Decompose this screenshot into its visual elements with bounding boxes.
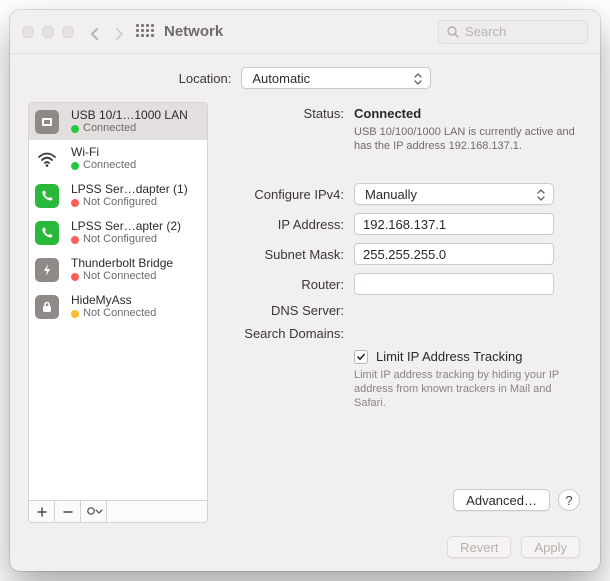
status-dot-icon — [71, 273, 79, 281]
location-select[interactable]: Automatic — [241, 67, 431, 89]
service-status: Connected — [71, 159, 199, 172]
advanced-button[interactable]: Advanced… — [453, 489, 550, 511]
service-status: Not Connected — [71, 270, 199, 283]
subnet-row: Subnet Mask: 255.255.255.0 — [224, 243, 578, 265]
limit-tracking-row: Limit IP Address Tracking Limit IP addre… — [224, 349, 578, 410]
service-item-lpss-2[interactable]: LPSS Ser…apter (2) Not Configured — [29, 214, 207, 251]
status-value: Connected — [354, 106, 578, 121]
sidebar-footer-spacer — [107, 501, 207, 522]
preferences-window: Network Search Location: Automatic US — [10, 10, 600, 571]
router-row: Router: — [224, 273, 578, 295]
footer: Revert Apply — [10, 523, 600, 571]
apply-button[interactable]: Apply — [521, 536, 580, 558]
limit-tracking-checkbox[interactable] — [354, 350, 368, 364]
remove-service-button[interactable] — [55, 501, 81, 522]
status-dot-icon — [71, 162, 79, 170]
limit-tracking-description: Limit IP address tracking by hiding your… — [354, 368, 578, 410]
service-name: Wi-Fi — [71, 145, 199, 159]
status-dot-icon — [71, 236, 79, 244]
service-status: Not Connected — [71, 307, 199, 320]
location-row: Location: Automatic — [10, 54, 600, 102]
search-placeholder: Search — [465, 24, 506, 39]
ip-row: IP Address: 192.168.137.1 — [224, 213, 578, 235]
dns-label: DNS Server: — [224, 303, 344, 318]
phone-icon — [35, 184, 59, 208]
services-sidebar: USB 10/1…1000 LAN Connected Wi-Fi Connec… — [28, 102, 208, 523]
show-all-icon[interactable] — [136, 24, 152, 40]
router-label: Router: — [224, 277, 344, 292]
service-status: Connected — [71, 122, 199, 135]
subnet-label: Subnet Mask: — [224, 247, 344, 262]
sidebar-footer — [29, 500, 207, 522]
services-list: USB 10/1…1000 LAN Connected Wi-Fi Connec… — [29, 103, 207, 500]
revert-button[interactable]: Revert — [447, 536, 511, 558]
back-button[interactable] — [90, 27, 100, 37]
window-controls — [22, 26, 74, 38]
lock-icon — [35, 295, 59, 319]
status-row: Status: Connected USB 10/100/1000 LAN is… — [224, 106, 578, 153]
chevron-updown-icon — [535, 187, 547, 201]
service-name: HideMyAss — [71, 293, 199, 307]
status-description: USB 10/100/1000 LAN is currently active … — [354, 125, 578, 153]
search-domains-row: Search Domains: — [224, 326, 578, 341]
window-title: Network — [164, 23, 223, 40]
add-service-button[interactable] — [29, 501, 55, 522]
configure-label: Configure IPv4: — [224, 187, 344, 202]
forward-button[interactable] — [114, 27, 124, 37]
service-item-vpn[interactable]: HideMyAss Not Connected — [29, 288, 207, 325]
service-status: Not Configured — [71, 233, 199, 246]
ip-label: IP Address: — [224, 217, 344, 232]
status-dot-icon — [71, 125, 79, 133]
location-label: Location: — [179, 71, 232, 86]
dns-row: DNS Server: — [224, 303, 578, 318]
advanced-row: Advanced… ? — [210, 489, 600, 511]
zoom-window-button[interactable] — [62, 26, 74, 38]
ethernet-icon — [35, 110, 59, 134]
service-status: Not Configured — [71, 196, 199, 209]
status-dot-icon — [71, 310, 79, 318]
service-name: Thunderbolt Bridge — [71, 256, 199, 270]
service-name: USB 10/1…1000 LAN — [71, 108, 199, 122]
service-actions-button[interactable] — [81, 501, 107, 522]
help-button[interactable]: ? — [558, 489, 580, 511]
phone-icon — [35, 221, 59, 245]
configure-row: Configure IPv4: Manually — [224, 183, 578, 205]
chevron-updown-icon — [412, 71, 424, 85]
search-domains-label: Search Domains: — [224, 326, 344, 341]
configure-value: Manually — [365, 187, 417, 202]
location-value: Automatic — [252, 71, 310, 86]
detail-pane: Status: Connected USB 10/100/1000 LAN is… — [208, 102, 582, 523]
status-dot-icon — [71, 199, 79, 207]
search-icon — [447, 26, 459, 38]
service-name: LPSS Ser…apter (2) — [71, 219, 199, 233]
close-window-button[interactable] — [22, 26, 34, 38]
service-name: LPSS Ser…dapter (1) — [71, 182, 199, 196]
router-input[interactable] — [354, 273, 554, 295]
limit-tracking-label: Limit IP Address Tracking — [376, 349, 522, 364]
wifi-icon — [35, 147, 59, 171]
subnet-mask-input[interactable]: 255.255.255.0 — [354, 243, 554, 265]
service-item-usb-lan[interactable]: USB 10/1…1000 LAN Connected — [29, 103, 207, 140]
nav-buttons — [90, 27, 124, 37]
service-item-thunderbolt[interactable]: Thunderbolt Bridge Not Connected — [29, 251, 207, 288]
status-label: Status: — [224, 106, 344, 121]
thunderbolt-icon — [35, 258, 59, 282]
search-field[interactable]: Search — [438, 20, 588, 44]
body: USB 10/1…1000 LAN Connected Wi-Fi Connec… — [10, 102, 600, 523]
titlebar: Network Search — [10, 10, 600, 54]
service-item-wifi[interactable]: Wi-Fi Connected — [29, 140, 207, 177]
service-item-lpss-1[interactable]: LPSS Ser…dapter (1) Not Configured — [29, 177, 207, 214]
ip-address-input[interactable]: 192.168.137.1 — [354, 213, 554, 235]
configure-ipv4-select[interactable]: Manually — [354, 183, 554, 205]
minimize-window-button[interactable] — [42, 26, 54, 38]
